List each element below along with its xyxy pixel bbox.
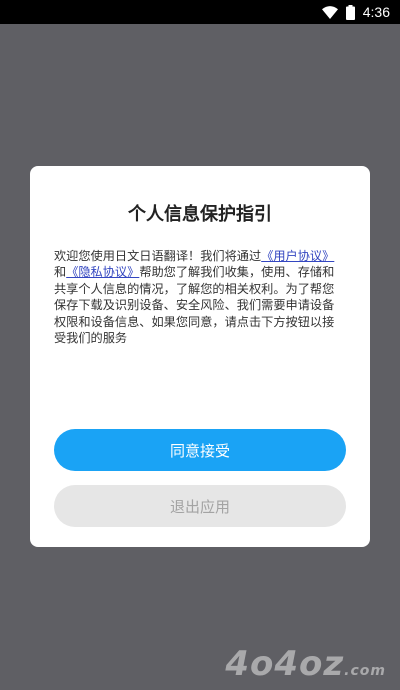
body-and: 和 [54, 265, 67, 280]
wifi-icon [321, 5, 338, 19]
status-time: 4:36 [362, 4, 390, 20]
dialog-body: 欢迎您使用日文日语翻译！我们将通过《用户协议》和《隐私协议》帮助您了解我们收集，… [54, 248, 346, 346]
privacy-policy-link[interactable]: 《隐私协议》 [66, 265, 139, 279]
user-agreement-link[interactable]: 《用户协议》 [261, 249, 334, 263]
accept-button[interactable]: 同意接受 [54, 429, 346, 471]
status-bar: 4:36 [0, 0, 400, 24]
watermark-text: 4o4oz [225, 644, 345, 684]
privacy-dialog: 个人信息保护指引 欢迎您使用日文日语翻译！我们将通过《用户协议》和《隐私协议》帮… [30, 166, 370, 547]
watermark-suffix: .com [344, 663, 386, 679]
watermark-logo: 4o4oz.com [225, 644, 386, 684]
dialog-title: 个人信息保护指引 [128, 204, 272, 225]
status-icons: 4:36 [321, 0, 390, 24]
battery-icon [345, 4, 355, 20]
exit-app-button[interactable]: 退出应用 [54, 485, 346, 527]
body-intro: 欢迎您使用日文日语翻译！我们将通过 [54, 249, 262, 263]
